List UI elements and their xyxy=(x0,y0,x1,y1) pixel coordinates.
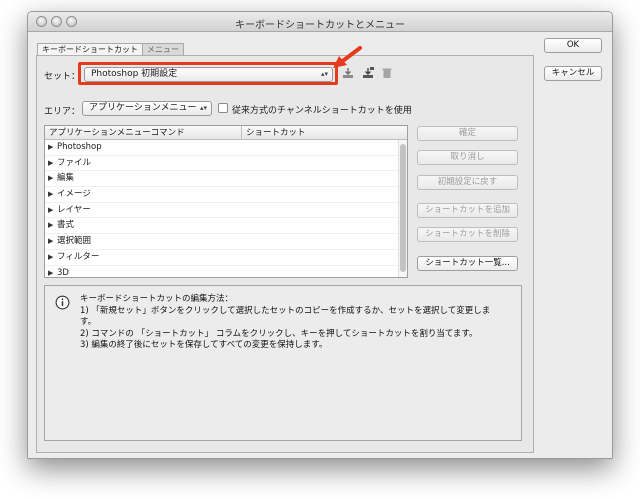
select-arrows-icon: ▴▾ xyxy=(320,70,328,78)
table-row[interactable]: ▶ レイヤー xyxy=(45,203,399,219)
info-line: 3) 編集の終了後にセットを保存してすべての変更を保持します。 xyxy=(80,340,328,350)
table-row[interactable]: ▶ ファイル xyxy=(45,156,399,172)
set-label: セット： xyxy=(44,72,81,82)
delete-set-icon[interactable] xyxy=(380,66,394,80)
table-row[interactable]: ▶ フィルター xyxy=(45,250,399,266)
dialog-window: キーボードショートカットとメニュー キーボードショートカット メニュー セット：… xyxy=(27,11,613,459)
info-icon xyxy=(55,295,70,310)
disclosure-triangle-icon[interactable]: ▶ xyxy=(48,203,57,219)
column-header-command[interactable]: アプリケーションメニューコマンド xyxy=(45,126,241,140)
row-label: ファイル xyxy=(57,157,92,168)
row-label: 編集 xyxy=(57,173,75,184)
row-label: フィルター xyxy=(57,251,100,262)
select-arrows-icon: ▴▾ xyxy=(199,104,207,112)
disclosure-triangle-icon[interactable]: ▶ xyxy=(48,234,57,250)
title-bar: キーボードショートカットとメニュー xyxy=(28,12,612,32)
disclosure-triangle-icon[interactable]: ▶ xyxy=(48,171,57,187)
row-label: Photoshop xyxy=(57,142,102,152)
add-shortcut-button[interactable]: ショートカットを追加 xyxy=(417,203,518,218)
info-heading: キーボードショートカットの編集方法： xyxy=(80,294,234,304)
vertical-scrollbar[interactable] xyxy=(398,140,407,277)
set-select-value: Photoshop 初期設定 xyxy=(91,69,178,79)
row-label: 書式 xyxy=(57,220,75,231)
row-label: レイヤー xyxy=(57,204,91,215)
table-header: アプリケーションメニューコマンド ショートカット xyxy=(45,126,407,140)
column-header-shortcut[interactable]: ショートカット xyxy=(241,126,407,140)
table-row[interactable]: ▶ 選択範囲 xyxy=(45,234,399,250)
tab-keyboard-shortcuts[interactable]: キーボードショートカット xyxy=(37,43,143,55)
accept-button[interactable]: 確定 xyxy=(417,126,518,141)
disclosure-triangle-icon[interactable]: ▶ xyxy=(48,156,57,172)
info-line: 1) 「新規セット」ボタンをクリックして選択したセットのコピーを作成するか、セッ… xyxy=(80,305,491,316)
table-rows: ▶ Photoshop ▶ ファイル ▶ 編集 ▶ イメージ ▶ レイヤー ▶ 書式 ▶ 選択… xyxy=(45,140,399,278)
shortcuts-table: アプリケーションメニューコマンド ショートカット ▶ Photoshop ▶ ファイ… xyxy=(44,125,408,278)
delete-shortcut-button[interactable]: ショートカットを削除 xyxy=(417,227,518,242)
cancel-button[interactable]: キャンセル xyxy=(544,66,602,81)
tab-menus[interactable]: メニュー xyxy=(142,43,184,55)
info-text: キーボードショートカットの編集方法： 1) 「新規セット」ボタンをクリックして選… xyxy=(80,294,518,352)
row-label: 3D xyxy=(57,267,69,278)
disclosure-triangle-icon[interactable]: ▶ xyxy=(48,140,57,156)
info-box: キーボードショートカットの編集方法： 1) 「新規セット」ボタンをクリックして選… xyxy=(44,285,522,441)
set-select[interactable]: Photoshop 初期設定 ▴▾ xyxy=(84,67,333,82)
table-row[interactable]: ▶ イメージ xyxy=(45,187,399,203)
row-label: 選択範囲 xyxy=(57,236,92,247)
row-label: イメージ xyxy=(57,189,91,200)
area-select[interactable]: アプリケーションメニュー ▴▾ xyxy=(82,101,212,116)
window-title: キーボードショートカットとメニュー xyxy=(235,20,405,31)
info-line: 2) コマンドの 「ショートカット」 コラムをクリックし、キーを押してショートカ… xyxy=(80,328,478,339)
area-label: エリア： xyxy=(44,107,81,117)
disclosure-triangle-icon[interactable]: ▶ xyxy=(48,250,57,266)
legacy-channel-shortcuts-label: 従来方式のチャンネルショートカットを使用 xyxy=(232,106,412,116)
table-row[interactable]: ▶ Photoshop xyxy=(45,140,399,156)
disclosure-triangle-icon[interactable]: ▶ xyxy=(48,187,57,203)
table-row[interactable]: ▶ 書式 xyxy=(45,218,399,235)
area-select-value: アプリケーションメニュー xyxy=(89,103,197,113)
disclosure-triangle-icon[interactable]: ▶ xyxy=(48,218,57,234)
table-row[interactable]: ▶ 編集 xyxy=(45,171,399,188)
disclosure-triangle-icon[interactable]: ▶ xyxy=(48,266,57,278)
save-set-icon[interactable] xyxy=(341,66,355,80)
scrollbar-thumb[interactable] xyxy=(400,144,406,272)
legacy-channel-shortcuts-checkbox[interactable] xyxy=(218,103,228,113)
summarize-button[interactable]: ショートカット一覧... xyxy=(417,256,518,271)
save-set-as-icon[interactable] xyxy=(361,66,375,80)
ok-button[interactable]: OK xyxy=(544,38,602,53)
info-line: す。 xyxy=(80,317,97,327)
reset-defaults-button[interactable]: 初期設定に戻す xyxy=(417,175,518,190)
undo-button[interactable]: 取り消し xyxy=(417,150,518,165)
table-row[interactable]: ▶ 3D xyxy=(45,266,399,278)
